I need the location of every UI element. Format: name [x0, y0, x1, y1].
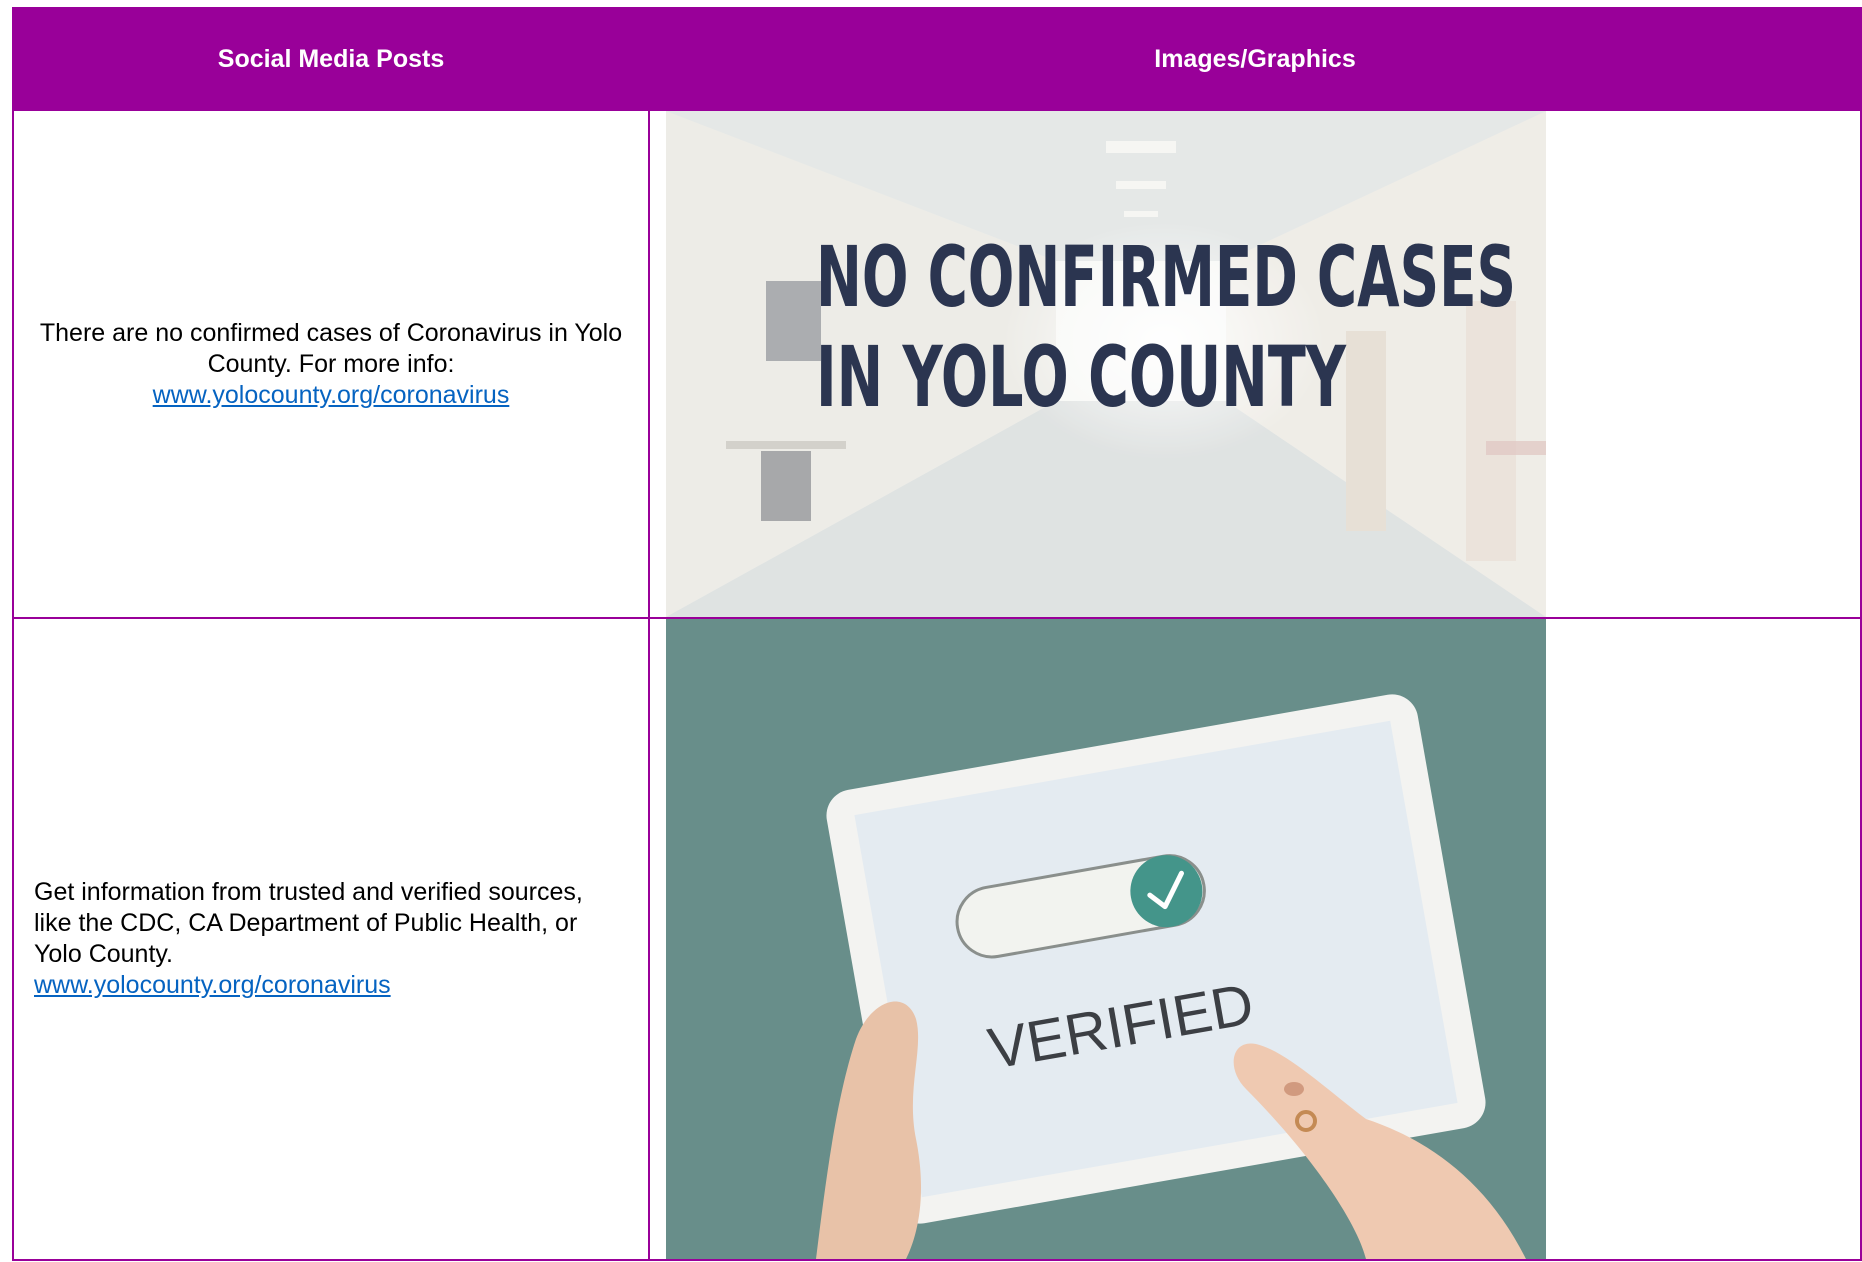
post-body: There are no confirmed cases of Coronavi… — [14, 318, 648, 411]
post-text: There are no confirmed cases of Coronavi… — [39, 318, 623, 378]
graphic-cell: VERIFIED — [648, 617, 1862, 1261]
graphic-line-1: NO CONFIRMED CASES — [816, 228, 1516, 326]
yolocounty-link[interactable]: www.yolocounty.org/coronavirus — [153, 381, 510, 409]
table-row: There are no confirmed cases of Coronavi… — [12, 109, 1862, 619]
graphic-line-2: IN YOLO COUNTY — [816, 328, 1347, 426]
table-header-row: Social Media Posts Images/Graphics — [12, 7, 1862, 111]
header-images-graphics: Images/Graphics — [648, 7, 1862, 111]
table-row: Get information from trusted and verifie… — [12, 617, 1862, 1261]
document-page: Social Media Posts Images/Graphics There… — [0, 0, 1862, 1262]
graphic-cell: NO CONFIRMED CASES IN YOLO COUNTY — [648, 109, 1862, 619]
post-cell: There are no confirmed cases of Coronavi… — [12, 109, 650, 619]
post-cell: Get information from trusted and verifie… — [12, 617, 650, 1261]
verified-tablet-image: VERIFIED — [666, 620, 1546, 1258]
post-body: Get information from trusted and verifie… — [14, 877, 648, 1001]
header-social-media-posts: Social Media Posts — [12, 7, 650, 111]
yolocounty-link[interactable]: www.yolocounty.org/coronavirus — [34, 971, 391, 999]
hospital-hallway-image: NO CONFIRMED CASES IN YOLO COUNTY — [666, 112, 1546, 616]
social-media-table: Social Media Posts Images/Graphics There… — [12, 7, 1862, 1261]
post-text: Get information from trusted and verifie… — [34, 878, 583, 968]
verified-graphic: VERIFIED — [666, 620, 1546, 1258]
no-confirmed-cases-graphic: NO CONFIRMED CASES IN YOLO COUNTY — [666, 112, 1546, 616]
